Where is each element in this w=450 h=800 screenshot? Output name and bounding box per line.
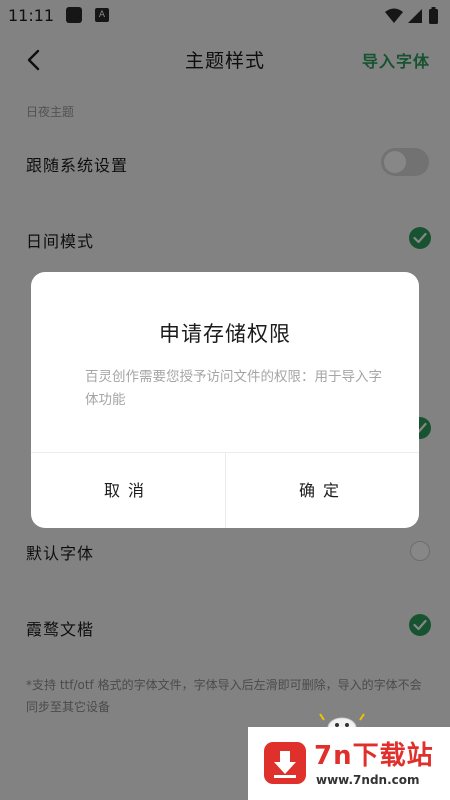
download-arrow-icon <box>264 742 306 784</box>
confirm-button[interactable]: 确定 <box>226 453 419 528</box>
cancel-button[interactable]: 取消 <box>31 453 225 528</box>
dialog-message: 百灵创作需要您授予访问文件的权限：用于导入字体功能 <box>85 369 382 408</box>
watermark-brand: 7n下载站 <box>314 741 434 771</box>
watermark-badge: 7n下载站 www.7ndn.com <box>248 727 450 800</box>
storage-permission-dialog: 申请存储权限 百灵创作需要您授予访问文件的权限：用于导入字体功能 取消 确定 <box>31 272 419 528</box>
watermark-url: www.7ndn.com <box>316 773 420 787</box>
dialog-title: 申请存储权限 <box>159 322 291 346</box>
